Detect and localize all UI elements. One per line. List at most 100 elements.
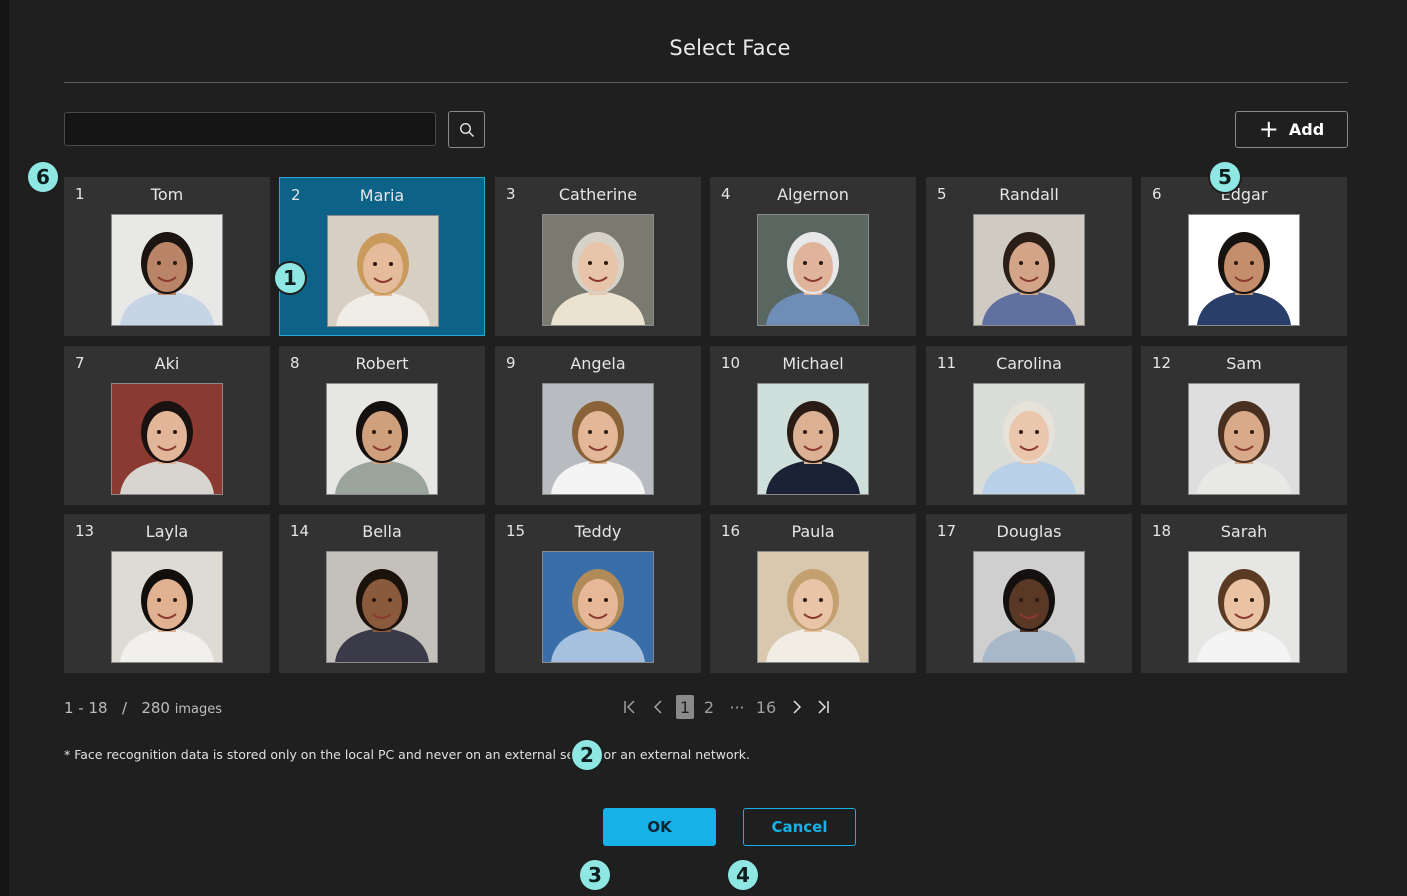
search-input[interactable] bbox=[64, 112, 436, 146]
face-photo bbox=[1188, 383, 1300, 495]
face-card-number: 17 bbox=[937, 522, 957, 540]
face-card-name: Bella bbox=[362, 522, 402, 541]
face-card-number: 10 bbox=[721, 354, 741, 372]
range-separator: / bbox=[121, 699, 127, 717]
face-card-name: Maria bbox=[359, 186, 405, 205]
face-card-number: 5 bbox=[937, 185, 947, 203]
face-card[interactable]: 18 Sarah bbox=[1141, 514, 1347, 673]
face-card[interactable]: 14 Bella bbox=[279, 514, 485, 673]
face-card-name: Michael bbox=[782, 354, 844, 373]
face-card-name: Catherine bbox=[558, 185, 638, 204]
face-photo bbox=[1188, 551, 1300, 663]
face-card[interactable]: 4 Algernon bbox=[710, 177, 916, 336]
face-card-number: 7 bbox=[75, 354, 85, 372]
face-photo bbox=[973, 214, 1085, 326]
face-card-name: Douglas bbox=[996, 522, 1062, 541]
callout-marker-6: 6 bbox=[28, 162, 58, 192]
face-card-number: 9 bbox=[506, 354, 516, 372]
last-page-icon[interactable] bbox=[812, 695, 834, 719]
face-card-number: 6 bbox=[1152, 185, 1162, 203]
face-card-number: 14 bbox=[290, 522, 310, 540]
face-card[interactable]: 10 Michael bbox=[710, 346, 916, 505]
face-photo bbox=[326, 383, 438, 495]
dialog-title: Select Face bbox=[669, 36, 791, 60]
title-divider bbox=[64, 82, 1348, 83]
image-range: 1 - 18 / 280 images bbox=[64, 699, 222, 717]
face-card-name: Carolina bbox=[996, 354, 1062, 373]
face-card-name: Edgar bbox=[1220, 185, 1268, 204]
face-card[interactable]: 16 Paula bbox=[710, 514, 916, 673]
face-card[interactable]: 15 Teddy bbox=[495, 514, 701, 673]
cancel-button[interactable]: Cancel bbox=[743, 808, 856, 846]
face-card-number: 18 bbox=[1152, 522, 1172, 540]
face-card-number: 8 bbox=[290, 354, 300, 372]
face-photo bbox=[1188, 214, 1300, 326]
callout-marker-1: 1 bbox=[275, 263, 305, 293]
callout-marker-5: 5 bbox=[1210, 162, 1240, 192]
face-card-number: 11 bbox=[937, 354, 957, 372]
face-photo bbox=[111, 551, 223, 663]
face-photo bbox=[973, 551, 1085, 663]
face-card-name: Sam bbox=[1226, 354, 1262, 373]
face-card[interactable]: 1 Tom bbox=[64, 177, 270, 336]
face-card-name: Robert bbox=[355, 354, 409, 373]
face-photo bbox=[973, 383, 1085, 495]
face-card[interactable]: 9 Angela bbox=[495, 346, 701, 505]
face-photo bbox=[757, 214, 869, 326]
search-icon bbox=[459, 122, 474, 137]
face-card[interactable]: 12 Sam bbox=[1141, 346, 1347, 505]
face-card-name: Randall bbox=[999, 185, 1059, 204]
face-card-name: Teddy bbox=[574, 522, 622, 541]
range-text: 1 - 18 bbox=[64, 699, 108, 717]
face-card-number: 13 bbox=[75, 522, 95, 540]
chevron-right-icon[interactable] bbox=[782, 695, 812, 719]
face-card[interactable]: 5 Randall bbox=[926, 177, 1132, 336]
total-count: 280 bbox=[141, 699, 170, 717]
face-card[interactable]: 6 Edgar bbox=[1141, 177, 1347, 336]
page-16[interactable]: 16 bbox=[750, 695, 782, 719]
face-card-name: Paula bbox=[791, 522, 835, 541]
face-photo bbox=[542, 551, 654, 663]
face-photo bbox=[111, 214, 223, 326]
face-card[interactable]: 7 Aki bbox=[64, 346, 270, 505]
face-card-name: Layla bbox=[145, 522, 189, 541]
face-card-name: Aki bbox=[154, 354, 180, 373]
face-photo bbox=[757, 383, 869, 495]
chevron-left-icon[interactable] bbox=[640, 695, 676, 719]
face-photo bbox=[327, 215, 439, 327]
page-2[interactable]: 2 bbox=[694, 695, 724, 719]
face-card[interactable]: 2 Maria bbox=[279, 177, 485, 336]
privacy-note: * Face recognition data is stored only o… bbox=[64, 747, 750, 762]
face-photo bbox=[542, 383, 654, 495]
face-card[interactable]: 8 Robert bbox=[279, 346, 485, 505]
face-card-number: 3 bbox=[506, 185, 516, 203]
face-card[interactable]: 17 Douglas bbox=[926, 514, 1132, 673]
total-unit: images bbox=[174, 702, 223, 717]
callout-marker-2: 2 bbox=[572, 740, 602, 770]
face-card-number: 2 bbox=[291, 186, 301, 204]
face-photo bbox=[111, 383, 223, 495]
pagination: 1 2 ··· 16 bbox=[620, 694, 834, 720]
window-edge bbox=[0, 0, 9, 896]
face-photo bbox=[757, 551, 869, 663]
face-photo bbox=[542, 214, 654, 326]
face-card-number: 1 bbox=[75, 185, 85, 203]
face-card[interactable]: 13 Layla bbox=[64, 514, 270, 673]
face-card-number: 12 bbox=[1152, 354, 1172, 372]
face-card-name: Sarah bbox=[1220, 522, 1268, 541]
callout-marker-4: 4 bbox=[728, 860, 758, 890]
first-page-icon[interactable] bbox=[620, 695, 640, 719]
face-card[interactable]: 11 Carolina bbox=[926, 346, 1132, 505]
ok-button[interactable]: OK bbox=[603, 808, 716, 846]
face-card-number: 4 bbox=[721, 185, 731, 203]
callout-marker-3: 3 bbox=[580, 860, 610, 890]
face-card-name: Algernon bbox=[777, 185, 849, 204]
face-photo bbox=[326, 551, 438, 663]
plus-icon: + bbox=[1258, 114, 1279, 143]
add-button[interactable]: + Add bbox=[1235, 111, 1348, 148]
search-button[interactable] bbox=[448, 111, 485, 148]
add-button-label: Add bbox=[1288, 120, 1325, 139]
page-1[interactable]: 1 bbox=[676, 695, 694, 719]
face-card-number: 16 bbox=[721, 522, 741, 540]
face-card[interactable]: 3 Catherine bbox=[495, 177, 701, 336]
